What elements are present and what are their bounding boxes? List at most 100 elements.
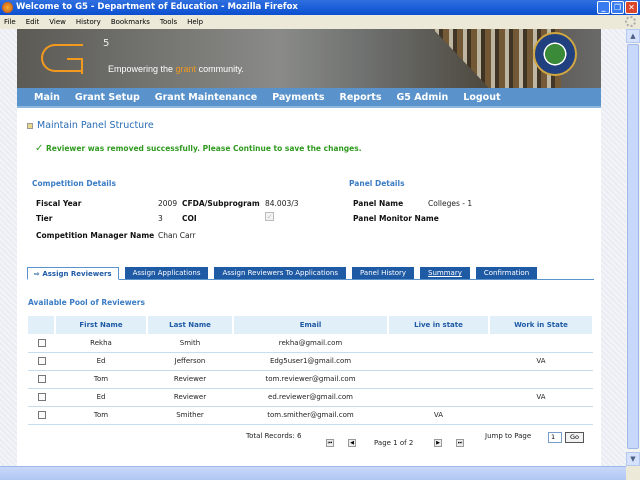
row-checkbox[interactable] (37, 357, 46, 365)
coi-checkbox[interactable]: ✓ (265, 212, 274, 221)
scroll-down-icon[interactable]: ▼ (626, 452, 640, 466)
cell-last-name: Reviewer (147, 388, 233, 407)
horizontal-scrollbar[interactable] (0, 466, 626, 480)
reviewers-table: First Name Last Name Email Live in state… (28, 316, 594, 425)
nav-grant-maintenance[interactable]: Grant Maintenance (155, 88, 257, 106)
page-title: Maintain Panel Structure (27, 120, 154, 131)
row-checkbox[interactable] (37, 393, 46, 401)
page: 5 Empowering the grant community. Main G… (17, 29, 601, 466)
maximize-button[interactable]: ❐ (611, 1, 624, 14)
g5-logo (41, 44, 83, 74)
cell-work-in-state: VA (489, 352, 593, 371)
competition-details-heading: Competition Details (32, 179, 116, 188)
cell-work-in-state (489, 406, 593, 425)
panel-name-label: Panel Name (353, 199, 404, 208)
tab-assign-reviewers[interactable]: ⇨ Assign Reviewers (27, 267, 119, 280)
cell-last-name: Jefferson (147, 352, 233, 371)
menu-help[interactable]: Help (187, 15, 203, 29)
row-checkbox-cell (28, 334, 55, 353)
column-header-work-in-state[interactable]: Work in State (489, 316, 594, 334)
cell-email: rekha@gmail.com (233, 334, 388, 353)
menu-bookmarks[interactable]: Bookmarks (111, 15, 150, 29)
window-title: Welcome to G5 - Department of Education … (16, 2, 298, 12)
tab-bar: ⇨ Assign Reviewers Assign Applications A… (27, 267, 594, 280)
page-icon (27, 122, 33, 129)
manager-value: Chan Carr (158, 231, 196, 240)
minimize-button[interactable]: _ (597, 1, 610, 14)
table-row: Tom Smither tom.smither@gmail.com VA (28, 406, 593, 425)
cell-last-name: Smither (147, 406, 233, 425)
last-page-button[interactable]: ⏭ (456, 439, 464, 447)
window-title-bar: Welcome to G5 - Department of Education … (0, 0, 640, 15)
menu-edit[interactable]: Edit (26, 15, 40, 29)
cfda-value: 84.003/3 (265, 199, 299, 208)
tab-assign-reviewers-to-applications[interactable]: Assign Reviewers To Applications (214, 267, 347, 279)
menu-view[interactable]: View (49, 15, 66, 29)
table-row: Ed Jefferson Edg5user1@gmail.com VA (28, 352, 593, 371)
column-header-email[interactable]: Email (233, 316, 389, 334)
checkmark-icon: ✓ (35, 143, 44, 154)
tier-value: 3 (158, 214, 163, 223)
fiscal-year-label: Fiscal Year (36, 199, 82, 208)
next-page-button[interactable]: ▶ (434, 439, 442, 447)
main-nav: Main Grant Setup Grant Maintenance Payme… (17, 88, 601, 108)
coi-label: COI (182, 214, 197, 223)
nav-payments[interactable]: Payments (272, 88, 324, 106)
close-button[interactable]: ✕ (625, 1, 638, 14)
firefox-icon (2, 2, 13, 13)
cell-work-in-state: VA (489, 388, 593, 407)
menu-history[interactable]: History (76, 15, 101, 29)
tab-panel-history[interactable]: Panel History (352, 267, 415, 279)
cell-first-name: Tom (55, 370, 147, 389)
jump-to-page-label: Jump to Page (485, 432, 532, 440)
jump-to-page-input[interactable]: 1 (548, 432, 562, 443)
tier-label: Tier (36, 214, 53, 223)
vertical-scrollbar[interactable]: ▲ ▼ (626, 29, 640, 466)
row-checkbox[interactable] (37, 411, 46, 419)
menu-file[interactable]: File (4, 15, 16, 29)
nav-reports[interactable]: Reports (340, 88, 382, 106)
panel-details-heading: Panel Details (349, 179, 405, 188)
nav-g5-admin[interactable]: G5 Admin (396, 88, 448, 106)
cell-live-in-state: VA (388, 406, 489, 425)
department-seal-icon (533, 32, 577, 76)
panel-monitor-label: Panel Monitor Name (353, 214, 439, 223)
row-checkbox-cell (28, 388, 55, 407)
go-button[interactable]: Go (565, 432, 584, 443)
column-header-first-name[interactable]: First Name (55, 316, 148, 334)
select-column-header (28, 316, 56, 334)
nav-main[interactable]: Main (34, 88, 60, 106)
first-page-button[interactable]: ⏮ (326, 439, 334, 447)
scroll-thumb[interactable] (627, 44, 639, 449)
banner: 5 Empowering the grant community. (17, 29, 601, 88)
cell-work-in-state (489, 334, 593, 353)
total-records: Total Records: 6 (246, 432, 302, 440)
cfda-label: CFDA/Subprogram (182, 199, 260, 208)
panel-name-value: Colleges - 1 (428, 199, 473, 208)
row-checkbox[interactable] (37, 375, 46, 383)
column-header-live-in-state[interactable]: Live in state (388, 316, 490, 334)
menu-tools[interactable]: Tools (160, 15, 177, 29)
scroll-up-icon[interactable]: ▲ (626, 29, 640, 43)
cell-live-in-state (388, 370, 489, 389)
tab-summary[interactable]: Summary (420, 267, 470, 279)
cell-live-in-state (388, 388, 489, 407)
cell-email: tom.smither@gmail.com (233, 406, 388, 425)
menu-bar: File Edit View History Bookmarks Tools H… (0, 15, 640, 29)
nav-grant-setup[interactable]: Grant Setup (75, 88, 140, 106)
row-checkbox[interactable] (37, 338, 46, 347)
table-row: Rekha Smith rekha@gmail.com (28, 334, 593, 353)
browser-viewport: 5 Empowering the grant community. Main G… (0, 29, 626, 466)
column-header-last-name[interactable]: Last Name (147, 316, 234, 334)
row-checkbox-cell (28, 406, 55, 425)
tagline: Empowering the grant community. (108, 64, 244, 74)
cell-first-name: Rekha (55, 334, 147, 353)
tab-assign-applications[interactable]: Assign Applications (124, 267, 209, 279)
row-checkbox-cell (28, 352, 55, 371)
cell-email: tom.reviewer@gmail.com (233, 370, 388, 389)
cell-work-in-state (489, 370, 593, 389)
prev-page-button[interactable]: ◀ (348, 439, 356, 447)
nav-logout[interactable]: Logout (463, 88, 500, 106)
fiscal-year-value: 2009 (158, 199, 178, 208)
tab-confirmation[interactable]: Confirmation (475, 267, 538, 279)
